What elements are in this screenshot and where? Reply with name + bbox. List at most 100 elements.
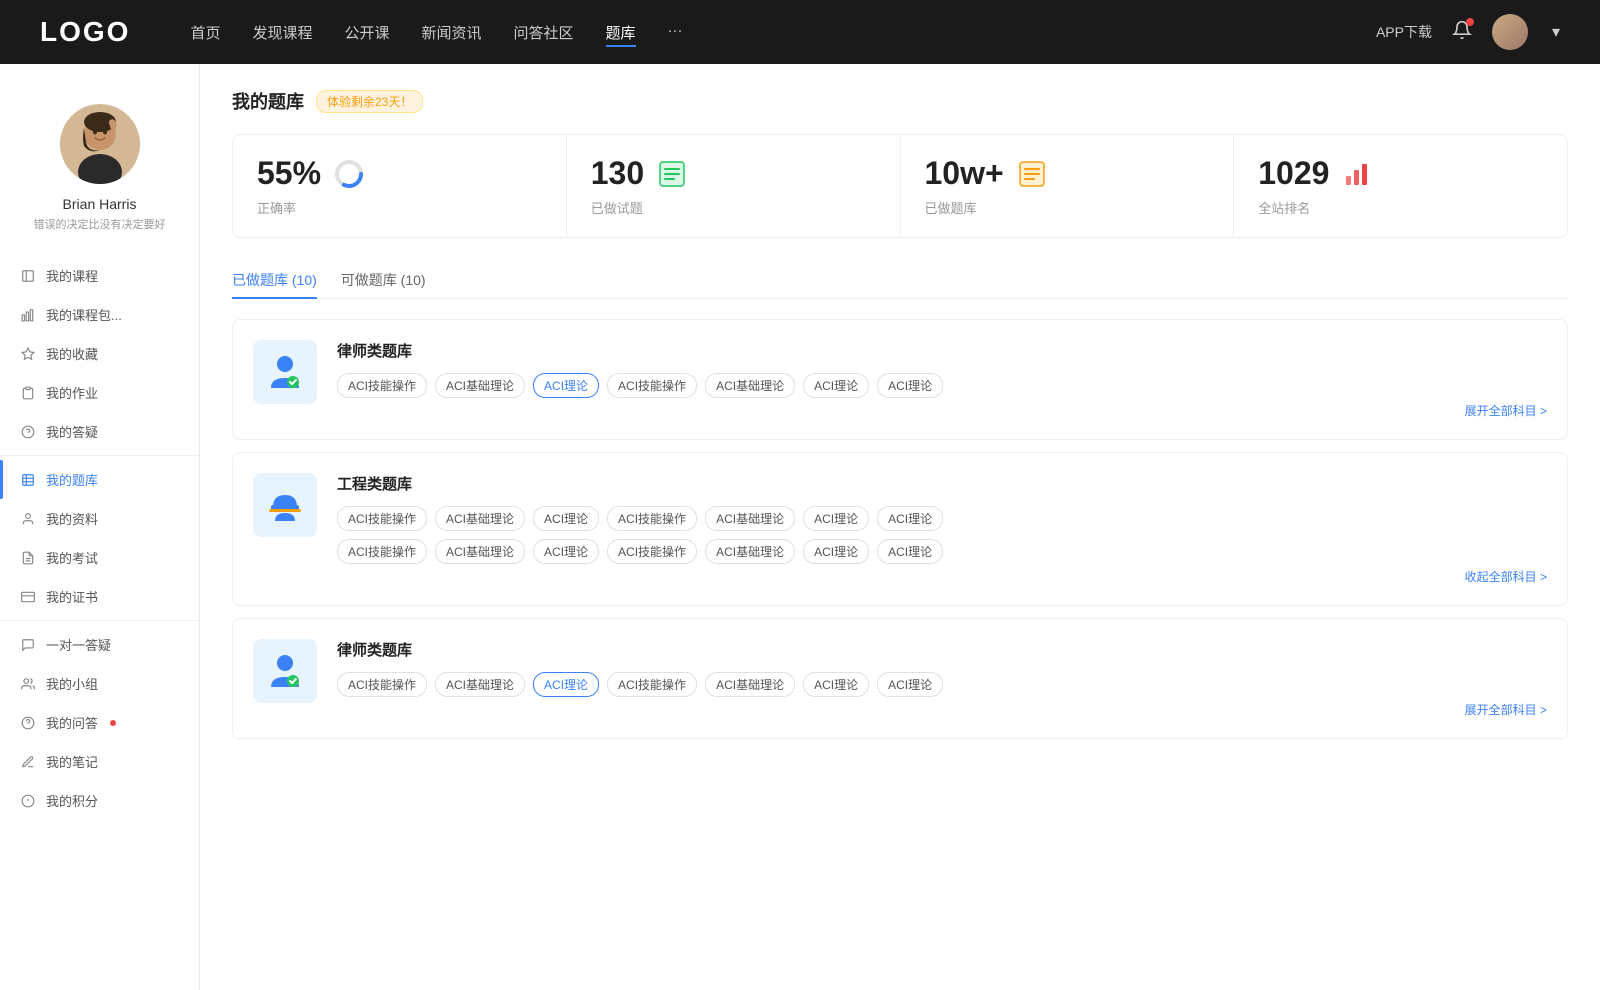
points-icon <box>20 793 36 809</box>
nav-link-discover[interactable]: 发现课程 <box>252 18 312 47</box>
sidebar-label: 我的收藏 <box>46 344 98 363</box>
sidebar-label: 我的答疑 <box>46 422 98 441</box>
tag-1-4[interactable]: ACI技能操作 <box>607 373 697 398</box>
stat-questions: 130 已做试题 <box>567 135 901 237</box>
sidebar-item-my-questions[interactable]: 我的答疑 <box>0 412 199 451</box>
profile-motto: 错误的决定比没有决定要好 <box>18 216 182 232</box>
tag-2-r2-3[interactable]: ACI理论 <box>533 539 599 564</box>
nav-link-open[interactable]: 公开课 <box>344 18 389 47</box>
tag-3-2[interactable]: ACI基础理论 <box>435 672 525 697</box>
nav-link-more[interactable]: ··· <box>668 18 683 47</box>
list-green-icon <box>656 158 688 190</box>
sidebar-item-my-cert[interactable]: 我的证书 <box>0 577 199 616</box>
notification-bell[interactable] <box>1452 20 1472 45</box>
lawyer-icon-svg <box>263 350 307 394</box>
app-download-link[interactable]: APP下载 <box>1376 22 1432 42</box>
tag-2-r2-6[interactable]: ACI理论 <box>803 539 869 564</box>
qbank-card-1: 律师类题库 ACI技能操作 ACI基础理论 ACI理论 ACI技能操作 ACI基… <box>232 319 1568 440</box>
sidebar-label: 我的小组 <box>46 674 98 693</box>
nav-links: 首页 发现课程 公开课 新闻资讯 问答社区 题库 ··· <box>190 18 1376 47</box>
tag-3-5[interactable]: ACI基础理论 <box>705 672 795 697</box>
nav-link-news[interactable]: 新闻资讯 <box>422 18 482 47</box>
tag-2-7[interactable]: ACI理论 <box>877 506 943 531</box>
answer-red-dot <box>110 720 116 726</box>
sidebar-label: 我的问答 <box>46 713 98 732</box>
donut-chart-icon <box>333 158 365 190</box>
tag-2-r2-1[interactable]: ACI技能操作 <box>337 539 427 564</box>
user-avatar[interactable] <box>1492 14 1528 50</box>
sidebar-item-homework[interactable]: 我的作业 <box>0 373 199 412</box>
sidebar-label: 我的笔记 <box>46 752 98 771</box>
tag-2-r2-7[interactable]: ACI理论 <box>877 539 943 564</box>
tag-1-6[interactable]: ACI理论 <box>803 373 869 398</box>
qbank-tags-2-row2: ACI技能操作 ACI基础理论 ACI理论 ACI技能操作 ACI基础理论 AC… <box>337 539 1547 564</box>
sidebar-item-course-pack[interactable]: 我的课程包... <box>0 295 199 334</box>
nav-link-qa[interactable]: 问答社区 <box>514 18 574 47</box>
stat-top: 55% <box>257 155 542 192</box>
note-icon <box>20 754 36 770</box>
profile-avatar-svg <box>60 104 140 184</box>
tag-3-6[interactable]: ACI理论 <box>803 672 869 697</box>
sidebar-item-my-info[interactable]: 我的资料 <box>0 499 199 538</box>
expand-link-1[interactable]: 展开全部科目 > <box>337 402 1547 419</box>
tag-1-2[interactable]: ACI基础理论 <box>435 373 525 398</box>
clipboard-icon <box>20 385 36 401</box>
sidebar-label: 我的积分 <box>46 791 98 810</box>
tag-1-5[interactable]: ACI基础理论 <box>705 373 795 398</box>
stat-top: 130 <box>591 155 876 192</box>
main-layout: Brian Harris 错误的决定比没有决定要好 我的课程 我的课程包... <box>0 64 1600 990</box>
page-title-row: 我的题库 体验剩余23天！ <box>232 88 1568 114</box>
tag-2-r2-2[interactable]: ACI基础理论 <box>435 539 525 564</box>
bar-chart-red-icon <box>1341 158 1373 190</box>
sidebar-label: 我的课程包... <box>46 305 122 324</box>
tag-2-2[interactable]: ACI基础理论 <box>435 506 525 531</box>
tag-2-r2-5[interactable]: ACI基础理论 <box>705 539 795 564</box>
sidebar-label: 我的题库 <box>46 470 98 489</box>
nav-link-home[interactable]: 首页 <box>190 18 220 47</box>
tab-done-banks[interactable]: 已做题库 (10) <box>232 262 317 298</box>
stat-ranking: 1029 全站排名 <box>1234 135 1567 237</box>
sidebar-item-my-points[interactable]: 我的积分 <box>0 781 199 820</box>
tab-available-banks[interactable]: 可做题库 (10) <box>341 262 426 298</box>
expand-link-3[interactable]: 展开全部科目 > <box>337 701 1547 718</box>
qbank-title-3: 律师类题库 <box>337 639 1547 660</box>
sidebar-divider-2 <box>0 620 199 621</box>
sidebar-item-my-exam[interactable]: 我的考试 <box>0 538 199 577</box>
tag-1-3[interactable]: ACI理论 <box>533 373 599 398</box>
sidebar-item-one-on-one[interactable]: 一对一答疑 <box>0 625 199 664</box>
sidebar-item-favorites[interactable]: 我的收藏 <box>0 334 199 373</box>
tag-2-r2-4[interactable]: ACI技能操作 <box>607 539 697 564</box>
nav-logo: LOGO <box>40 16 130 48</box>
tag-2-4[interactable]: ACI技能操作 <box>607 506 697 531</box>
engineer-icon-svg <box>263 483 307 527</box>
tag-3-4[interactable]: ACI技能操作 <box>607 672 697 697</box>
sidebar-item-my-notes[interactable]: 我的笔记 <box>0 742 199 781</box>
stat-top: 1029 <box>1258 155 1543 192</box>
qbank-tags-3: ACI技能操作 ACI基础理论 ACI理论 ACI技能操作 ACI基础理论 AC… <box>337 672 1547 697</box>
tag-2-6[interactable]: ACI理论 <box>803 506 869 531</box>
qbank-icon-lawyer-3 <box>253 639 317 703</box>
nav-right: APP下载 ▾ <box>1376 14 1560 50</box>
profile-name: Brian Harris <box>63 196 137 212</box>
tag-3-7[interactable]: ACI理论 <box>877 672 943 697</box>
user-menu-chevron[interactable]: ▾ <box>1552 22 1560 42</box>
tag-3-3[interactable]: ACI理论 <box>533 672 599 697</box>
stat-top: 10w+ <box>925 155 1210 192</box>
tag-3-1[interactable]: ACI技能操作 <box>337 672 427 697</box>
tag-2-1[interactable]: ACI技能操作 <box>337 506 427 531</box>
tag-2-5[interactable]: ACI基础理论 <box>705 506 795 531</box>
stat-value-banks: 10w+ <box>925 155 1004 192</box>
chart-bar-icon <box>20 307 36 323</box>
sidebar-item-my-group[interactable]: 我的小组 <box>0 664 199 703</box>
sidebar-item-my-answers[interactable]: 我的问答 <box>0 703 199 742</box>
star-icon <box>20 346 36 362</box>
stat-value-accuracy: 55% <box>257 155 321 192</box>
collapse-link-2[interactable]: 收起全部科目 > <box>337 568 1547 585</box>
sidebar-item-my-courses[interactable]: 我的课程 <box>0 256 199 295</box>
tag-1-7[interactable]: ACI理论 <box>877 373 943 398</box>
sidebar-item-my-bank[interactable]: 我的题库 <box>0 460 199 499</box>
tag-2-3[interactable]: ACI理论 <box>533 506 599 531</box>
nav-link-bank[interactable]: 题库 <box>606 18 636 47</box>
main-content: 我的题库 体验剩余23天！ 55% <box>200 64 1600 990</box>
tag-1-1[interactable]: ACI技能操作 <box>337 373 427 398</box>
